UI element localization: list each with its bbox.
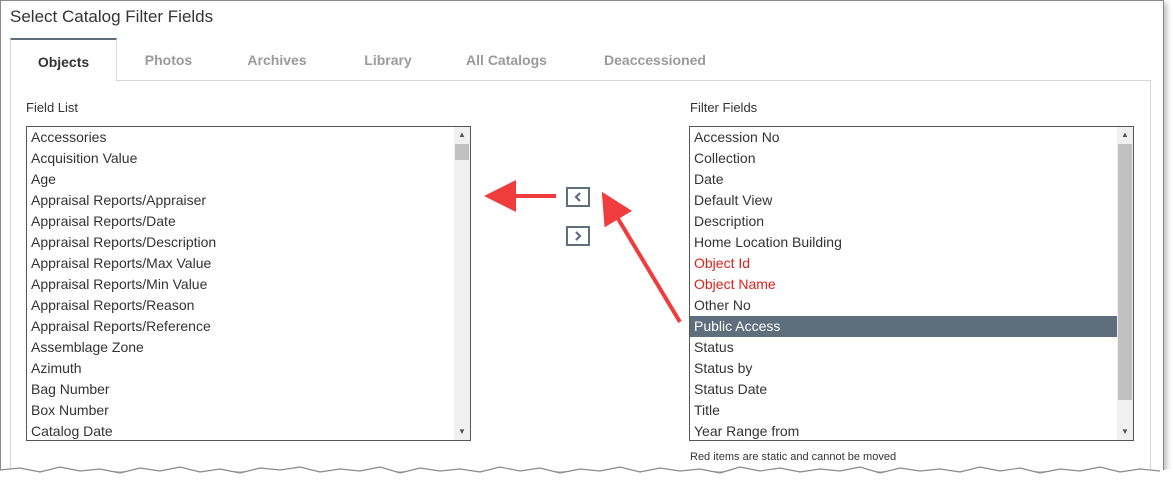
list-item[interactable]: Collection [690,148,1117,169]
tab-library[interactable]: Library [333,38,443,80]
torn-edge [0,466,1173,496]
list-item[interactable]: Box Number [27,400,454,421]
scroll-up-icon[interactable]: ▲ [1117,127,1133,143]
list-item[interactable]: Default View [690,190,1117,211]
list-item[interactable]: Appraisal Reports/Appraiser [27,190,454,211]
scroll-down-icon[interactable]: ▼ [454,424,470,440]
list-item[interactable]: Home Location Building [690,232,1117,253]
dialog-frame: Select Catalog Filter Fields Objects Pho… [0,0,1164,473]
list-item[interactable]: Azimuth [27,358,454,379]
tab-deaccessioned[interactable]: Deaccessioned [570,38,740,80]
filter-fields-box[interactable]: Accession No Collection Date Default Vie… [689,126,1134,441]
scroll-down-icon[interactable]: ▼ [1117,424,1133,440]
list-item-selected[interactable]: Public Access [690,316,1117,337]
list-item[interactable]: Title [690,400,1117,421]
list-item[interactable]: Status by [690,358,1117,379]
tab-photos[interactable]: Photos [116,38,221,80]
list-item[interactable]: Catalog Date [27,421,454,440]
field-list-box[interactable]: Accessories Acquisition Value Age Apprai… [26,126,471,441]
list-item[interactable]: Appraisal Reports/Reason [27,295,454,316]
list-item[interactable]: Bag Number [27,379,454,400]
list-item[interactable]: Date [690,169,1117,190]
tab-all-catalogs[interactable]: All Catalogs [444,38,569,80]
list-item[interactable]: Appraisal Reports/Min Value [27,274,454,295]
scroll-up-icon[interactable]: ▲ [454,127,470,143]
list-item[interactable]: Age [27,169,454,190]
list-item-static[interactable]: Object Id [690,253,1117,274]
list-item[interactable]: Status [690,337,1117,358]
list-item[interactable]: Appraisal Reports/Date [27,211,454,232]
field-list-label: Field List [26,100,79,115]
tab-objects[interactable]: Objects [10,38,117,82]
list-item[interactable]: Status Date [690,379,1117,400]
scroll-thumb[interactable] [455,144,469,160]
list-item[interactable]: Description [690,211,1117,232]
move-right-button[interactable] [566,226,590,246]
catalog-tabs: Objects Photos Archives Library All Cata… [10,38,1150,82]
dialog-title: Select Catalog Filter Fields [10,7,214,26]
field-list-scrollbar[interactable]: ▲ ▼ [454,127,470,440]
list-item[interactable]: Year Range from [690,421,1117,440]
move-left-button[interactable] [566,187,590,207]
tab-archives[interactable]: Archives [222,38,332,80]
chevron-left-icon [574,192,581,202]
list-item[interactable]: Assemblage Zone [27,337,454,358]
list-item[interactable]: Other No [690,295,1117,316]
list-item[interactable]: Appraisal Reports/Max Value [27,253,454,274]
scroll-thumb[interactable] [1118,144,1132,400]
filter-fields-label: Filter Fields [690,100,758,115]
list-item[interactable]: Accession No [690,127,1117,148]
list-item-static[interactable]: Object Name [690,274,1117,295]
list-item[interactable]: Accessories [27,127,454,148]
list-item[interactable]: Acquisition Value [27,148,454,169]
filter-fields-scrollbar[interactable]: ▲ ▼ [1117,127,1133,440]
chevron-right-icon [575,231,582,241]
list-item[interactable]: Appraisal Reports/Reference [27,316,454,337]
list-item[interactable]: Appraisal Reports/Description [27,232,454,253]
